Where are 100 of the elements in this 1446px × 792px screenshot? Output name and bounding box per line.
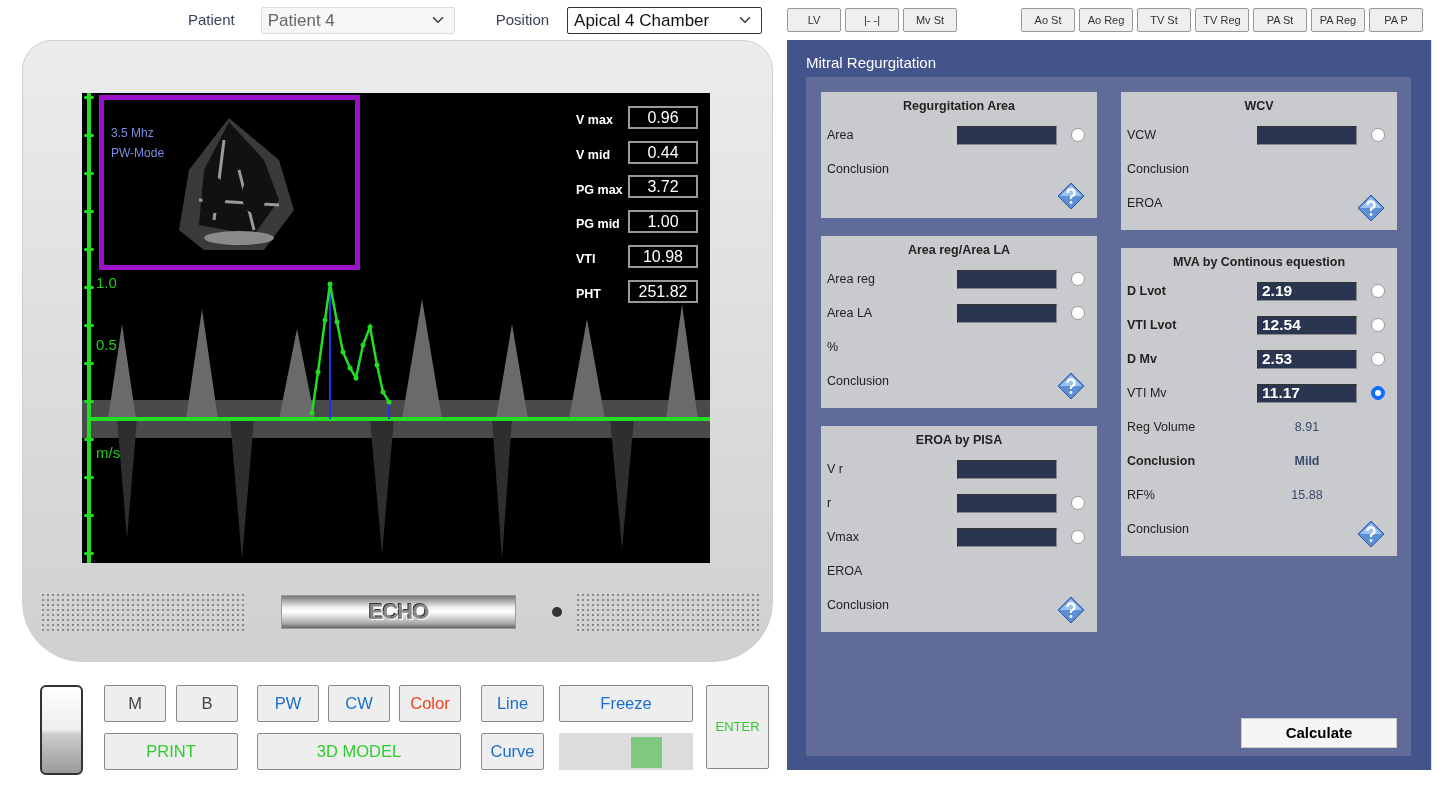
slider-thumb[interactable] [631,737,663,768]
input-field[interactable] [1257,125,1357,145]
input-field[interactable] [957,125,1057,145]
result-value: Mild [1293,452,1321,470]
field-label: V r [827,460,844,478]
control-button[interactable]: PW [257,685,319,722]
radio-button[interactable] [1071,128,1085,142]
input-field[interactable] [957,303,1057,323]
view-button[interactable]: PA P [1369,8,1423,32]
input-field[interactable] [957,527,1057,547]
position-select[interactable]: Apical 4 Chamber [567,6,763,34]
mode-label: 3.5 Mhz [111,125,155,142]
slider[interactable] [559,733,693,770]
indicator-light-icon [552,607,562,617]
view-button[interactable]: Mv St [903,8,957,32]
control-button[interactable]: B [176,685,238,722]
field-label: Conclusion [827,596,890,614]
measurement-value: 251.82 [628,279,698,303]
echo-logo: ECHO [281,595,516,629]
input-field[interactable] [957,459,1057,479]
help-icon[interactable] [1357,520,1385,548]
input-field[interactable]: 2.19 [1257,281,1357,301]
radio-button[interactable] [1071,272,1085,286]
toggle-switch-icon[interactable] [40,685,83,775]
field-label: Conclusion [827,160,890,178]
measurement-label: PG max [576,181,624,199]
measurement-value: 3.72 [628,175,698,199]
calculate-button[interactable]: Calculate [1241,718,1397,748]
control-button[interactable]: Curve [481,733,544,770]
field-label: D Mv [1127,350,1158,368]
field-label: VCW [1127,126,1158,144]
measurement-value: 10.98 [628,244,698,268]
measurement-label: PG mid [576,216,621,234]
view-button[interactable]: PA Reg [1311,8,1365,32]
radio-button[interactable] [1371,318,1385,332]
field-label: Area LA [827,304,874,322]
position-label: Position [495,9,550,30]
field-label: EROA [1127,194,1164,212]
measurement-label: PHT [576,285,602,303]
result-value: 15.88 [1290,486,1324,504]
control-button[interactable]: Line [481,685,544,722]
measurement-value: 1.00 [628,210,698,234]
field-label: Area [827,126,855,144]
field-label: Conclusion [1127,520,1190,538]
radio-button[interactable] [1371,386,1385,400]
help-icon[interactable] [1357,194,1385,222]
field-label: EROA [827,562,864,580]
result-value: 8.91 [1293,418,1321,436]
input-field[interactable]: 11.17 [1257,383,1357,403]
radio-button[interactable] [1371,352,1385,366]
field-label: Reg Volume [1127,418,1197,436]
field-label: Conclusion [827,372,890,390]
card-title: EROA by PISA [914,432,1004,449]
radio-button[interactable] [1071,530,1085,544]
radio-button[interactable] [1071,496,1085,510]
view-button[interactable]: Ao Reg [1079,8,1133,32]
view-button[interactable]: Ao St [1021,8,1075,32]
field-label: RF% [1127,486,1156,504]
control-button[interactable]: M [104,685,166,722]
measurement-label: VTI [576,251,597,268]
input-field[interactable] [957,493,1057,513]
help-icon[interactable] [1057,372,1085,400]
mode-label: PW-Mode [111,145,165,162]
card-title: WCV [1243,98,1275,115]
view-button[interactable]: TV St [1137,8,1191,32]
axis-label: m/s [96,445,121,461]
panel-title: Mitral Regurgitation [806,53,938,73]
help-icon[interactable] [1057,182,1085,210]
card-title: MVA by Continous equestion [1171,254,1347,271]
field-label: Area reg [827,270,876,288]
card-title: Regurgitation Area [901,98,1017,115]
control-button[interactable]: Freeze [559,685,693,722]
input-field[interactable]: 12.54 [1257,315,1357,335]
field-label: Conclusion [1127,160,1190,178]
measurement-label: V mid [576,146,612,164]
field-label: % [827,338,840,356]
input-field[interactable] [957,269,1057,289]
field-label: Vmax [827,528,860,546]
field-label: D Lvot [1127,282,1167,300]
measurement-label: V max [576,112,614,129]
radio-button[interactable] [1371,284,1385,298]
field-label: r [827,494,833,512]
field-label: VTI Mv [1127,384,1168,402]
field-label: Conclusion [1127,452,1197,470]
measurement-value: 0.44 [628,140,698,164]
view-button[interactable]: |- -| [845,8,899,32]
axis-label: 0.5 [96,337,117,353]
view-button[interactable]: LV [787,8,841,32]
measurement-value: 0.96 [628,105,698,129]
card-title: Area reg/Area LA [906,242,1012,259]
help-icon[interactable] [1057,596,1085,624]
axis-label: 1.0 [96,275,117,291]
radio-button[interactable] [1371,128,1385,142]
control-button[interactable]: CW [328,685,390,722]
view-button[interactable]: TV Reg [1195,8,1249,32]
field-label: VTI Lvot [1127,316,1178,334]
patient-label: Patient [188,9,235,30]
radio-button[interactable] [1071,306,1085,320]
input-field[interactable]: 2.53 [1257,349,1357,369]
view-button[interactable]: PA St [1253,8,1307,32]
